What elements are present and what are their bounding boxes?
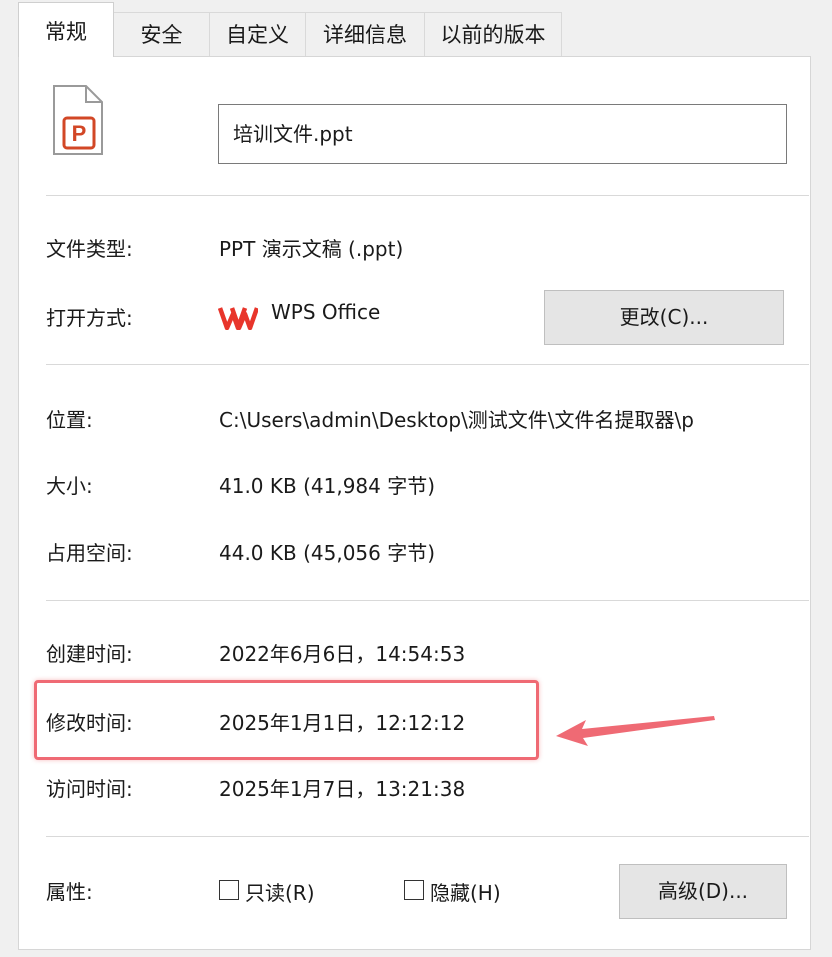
accessed-label: 访问时间:	[46, 777, 133, 801]
size-on-disk-value: 44.0 KB (45,056 字节)	[219, 541, 436, 565]
location-value: C:\Users\admin\Desktop\测试文件\文件名提取器\p	[219, 408, 694, 432]
open-with-app: WPS Office	[271, 300, 381, 324]
created-label: 创建时间:	[46, 642, 133, 666]
advanced-button[interactable]: 高级(D)...	[619, 864, 787, 919]
properties-panel	[18, 56, 811, 950]
size-label: 大小:	[46, 474, 93, 498]
ppt-file-icon: P	[53, 85, 103, 155]
tab-details[interactable]: 详细信息	[305, 12, 425, 56]
tab-custom[interactable]: 自定义	[209, 12, 306, 56]
divider	[46, 195, 809, 196]
attributes-label: 属性:	[46, 880, 93, 904]
location-field: C:\Users\admin\Desktop\测试文件\文件名提取器\p	[219, 404, 789, 432]
divider	[46, 836, 809, 837]
modified-value: 2025年1月1日，12:12:12	[219, 711, 466, 735]
tab-security[interactable]: 安全	[113, 12, 210, 56]
arrow-annotation-icon	[556, 716, 715, 746]
divider	[46, 600, 809, 601]
file-type-value: PPT 演示文稿 (.ppt)	[219, 237, 404, 261]
modified-label: 修改时间:	[46, 711, 133, 735]
divider	[46, 364, 809, 365]
accessed-value: 2025年1月7日，13:21:38	[219, 777, 466, 801]
ppt-icon-letter: P	[72, 121, 87, 146]
file-name-text: 培训文件.ppt	[233, 122, 353, 146]
tab-bar: 常规 安全 自定义 详细信息 以前的版本	[0, 0, 832, 57]
tab-previous-versions[interactable]: 以前的版本	[424, 12, 562, 56]
file-type-label: 文件类型:	[46, 237, 133, 261]
change-button[interactable]: 更改(C)...	[544, 290, 784, 345]
hidden-checkbox[interactable]	[404, 880, 424, 900]
hidden-label[interactable]: 隐藏(H)	[430, 877, 501, 906]
location-label: 位置:	[46, 408, 93, 432]
created-value: 2022年6月6日，14:54:53	[219, 642, 466, 666]
wps-logo-icon	[218, 307, 258, 330]
size-value: 41.0 KB (41,984 字节)	[219, 474, 436, 498]
readonly-checkbox[interactable]	[219, 880, 239, 900]
open-with-label: 打开方式:	[46, 306, 133, 330]
size-on-disk-label: 占用空间:	[46, 541, 133, 565]
readonly-label[interactable]: 只读(R)	[245, 877, 315, 906]
file-name-input[interactable]: 培训文件.ppt	[218, 104, 787, 164]
tab-general[interactable]: 常规	[18, 2, 114, 57]
